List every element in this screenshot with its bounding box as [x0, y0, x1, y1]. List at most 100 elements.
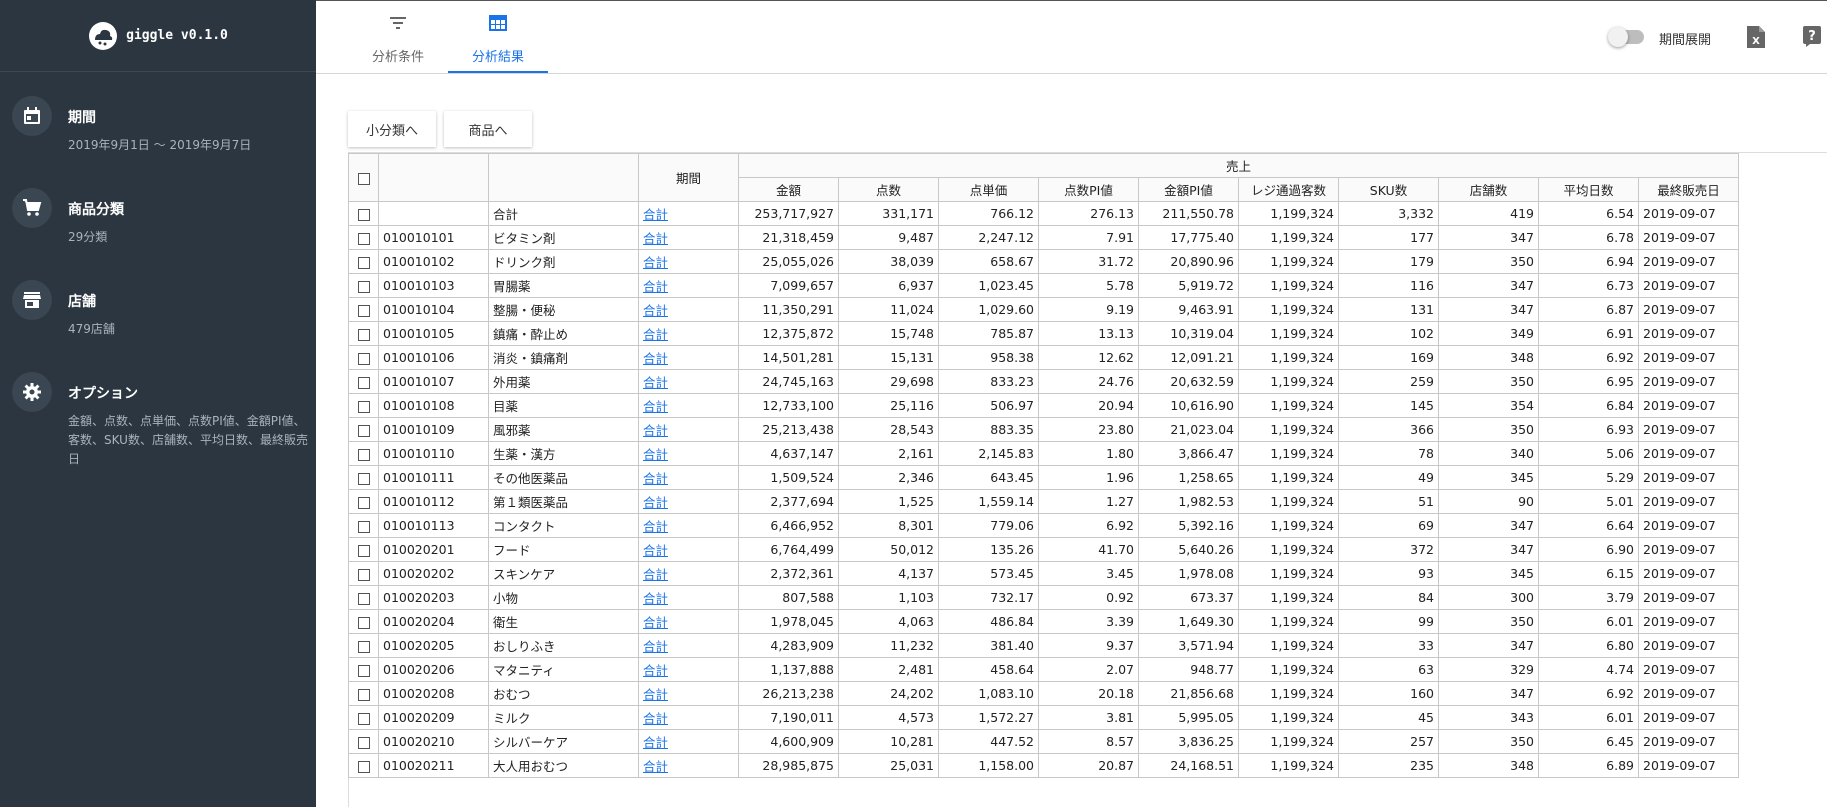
row-checkbox[interactable]: [357, 304, 370, 317]
row-checkbox-cell[interactable]: [348, 273, 379, 298]
period-link[interactable]: 合計: [643, 399, 668, 414]
column-header[interactable]: SKU数: [1338, 177, 1439, 202]
row-checkbox-cell[interactable]: [348, 585, 379, 610]
tab-conditions[interactable]: 分析条件: [348, 1, 448, 73]
row-checkbox[interactable]: [357, 448, 370, 461]
period-link[interactable]: 合計: [643, 231, 668, 246]
row-checkbox-cell[interactable]: [348, 345, 379, 370]
row-checkbox-cell[interactable]: [348, 657, 379, 682]
period-link[interactable]: 合計: [643, 423, 668, 438]
column-header[interactable]: レジ通過客数: [1238, 177, 1339, 202]
value-cell: 6.54: [1538, 201, 1639, 226]
row-checkbox[interactable]: [357, 592, 370, 605]
period-link[interactable]: 合計: [643, 687, 668, 702]
sidebar-item-category[interactable]: 商品分類 29分類: [12, 188, 312, 258]
column-header[interactable]: 最終販売日: [1638, 177, 1739, 202]
row-checkbox[interactable]: [357, 664, 370, 677]
row-checkbox-cell[interactable]: [348, 369, 379, 394]
row-checkbox-cell[interactable]: [348, 681, 379, 706]
period-link[interactable]: 合計: [643, 255, 668, 270]
column-header[interactable]: 点単価: [938, 177, 1039, 202]
row-checkbox-cell[interactable]: [348, 297, 379, 322]
column-header[interactable]: 金額: [738, 177, 839, 202]
row-checkbox-cell[interactable]: [348, 249, 379, 274]
row-checkbox[interactable]: [357, 280, 370, 293]
row-checkbox[interactable]: [357, 640, 370, 653]
period-link[interactable]: 合計: [643, 351, 668, 366]
tab-results[interactable]: 分析結果: [448, 1, 548, 73]
period-link[interactable]: 合計: [643, 447, 668, 462]
row-checkbox[interactable]: [357, 472, 370, 485]
row-checkbox[interactable]: [357, 544, 370, 557]
column-header[interactable]: 平均日数: [1538, 177, 1639, 202]
row-checkbox-cell[interactable]: [348, 441, 379, 466]
sidebar-item-period[interactable]: 期間 2019年9月1日 〜 2019年9月7日: [12, 96, 312, 166]
row-checkbox-cell[interactable]: [348, 321, 379, 346]
row-checkbox-cell[interactable]: [348, 201, 379, 226]
row-checkbox-cell[interactable]: [348, 753, 379, 778]
row-checkbox[interactable]: [357, 760, 370, 773]
row-checkbox-cell[interactable]: [348, 393, 379, 418]
period-link[interactable]: 合計: [643, 303, 668, 318]
row-checkbox-cell[interactable]: [348, 705, 379, 730]
row-checkbox-cell[interactable]: [348, 465, 379, 490]
sidebar-item-label: 商品分類: [68, 202, 124, 218]
row-checkbox-cell[interactable]: [348, 225, 379, 250]
period-link[interactable]: 合計: [643, 639, 668, 654]
row-checkbox[interactable]: [357, 256, 370, 269]
row-checkbox[interactable]: [357, 712, 370, 725]
period-link[interactable]: 合計: [643, 567, 668, 582]
period-link[interactable]: 合計: [643, 519, 668, 534]
select-all-checkbox-cell[interactable]: [348, 153, 379, 202]
period-link[interactable]: 合計: [643, 375, 668, 390]
row-checkbox-cell[interactable]: [348, 729, 379, 754]
row-checkbox-cell[interactable]: [348, 513, 379, 538]
period-link[interactable]: 合計: [643, 735, 668, 750]
period-link[interactable]: 合計: [643, 711, 668, 726]
period-link[interactable]: 合計: [643, 543, 668, 558]
help-icon[interactable]: ?: [1802, 25, 1822, 47]
row-checkbox[interactable]: [357, 520, 370, 533]
row-checkbox[interactable]: [357, 376, 370, 389]
period-link[interactable]: 合計: [643, 207, 668, 222]
row-checkbox-cell[interactable]: [348, 417, 379, 442]
row-checkbox[interactable]: [357, 496, 370, 509]
period-expand-toggle[interactable]: [1608, 27, 1644, 47]
sidebar-item-store[interactable]: 店舗 479店舗: [12, 280, 312, 350]
row-checkbox[interactable]: [357, 232, 370, 245]
period-link[interactable]: 合計: [643, 327, 668, 342]
row-checkbox[interactable]: [357, 568, 370, 581]
row-checkbox-cell[interactable]: [348, 633, 379, 658]
excel-export-icon[interactable]: X: [1746, 25, 1766, 49]
row-checkbox[interactable]: [357, 736, 370, 749]
period-link[interactable]: 合計: [643, 471, 668, 486]
row-checkbox-cell[interactable]: [348, 489, 379, 514]
value-cell: 84: [1338, 585, 1439, 610]
row-checkbox-cell[interactable]: [348, 561, 379, 586]
column-header[interactable]: 金額PI値: [1138, 177, 1239, 202]
row-checkbox-cell[interactable]: [348, 537, 379, 562]
row-checkbox-cell[interactable]: [348, 609, 379, 634]
row-checkbox[interactable]: [357, 208, 370, 221]
row-checkbox[interactable]: [357, 688, 370, 701]
period-link[interactable]: 合計: [643, 591, 668, 606]
row-checkbox[interactable]: [357, 328, 370, 341]
column-header[interactable]: 点数: [838, 177, 939, 202]
row-checkbox[interactable]: [357, 352, 370, 365]
period-link[interactable]: 合計: [643, 759, 668, 774]
select-all-checkbox[interactable]: [357, 172, 370, 185]
value-cell: 2,161: [838, 441, 939, 466]
row-checkbox[interactable]: [357, 424, 370, 437]
period-link[interactable]: 合計: [643, 279, 668, 294]
column-header[interactable]: 点数PI値: [1038, 177, 1139, 202]
period-link[interactable]: 合計: [643, 615, 668, 630]
column-header[interactable]: 店舗数: [1438, 177, 1539, 202]
row-checkbox[interactable]: [357, 616, 370, 629]
product-button[interactable]: 商品へ: [444, 111, 532, 147]
period-link[interactable]: 合計: [643, 663, 668, 678]
subcategory-button[interactable]: 小分類へ: [348, 111, 436, 147]
period-cell: 合計: [638, 705, 739, 730]
period-link[interactable]: 合計: [643, 495, 668, 510]
row-checkbox[interactable]: [357, 400, 370, 413]
sidebar-item-options[interactable]: オプション 金額、点数、点単価、点数PI値、金額PI値、客数、SKU数、店舗数、…: [12, 372, 312, 482]
